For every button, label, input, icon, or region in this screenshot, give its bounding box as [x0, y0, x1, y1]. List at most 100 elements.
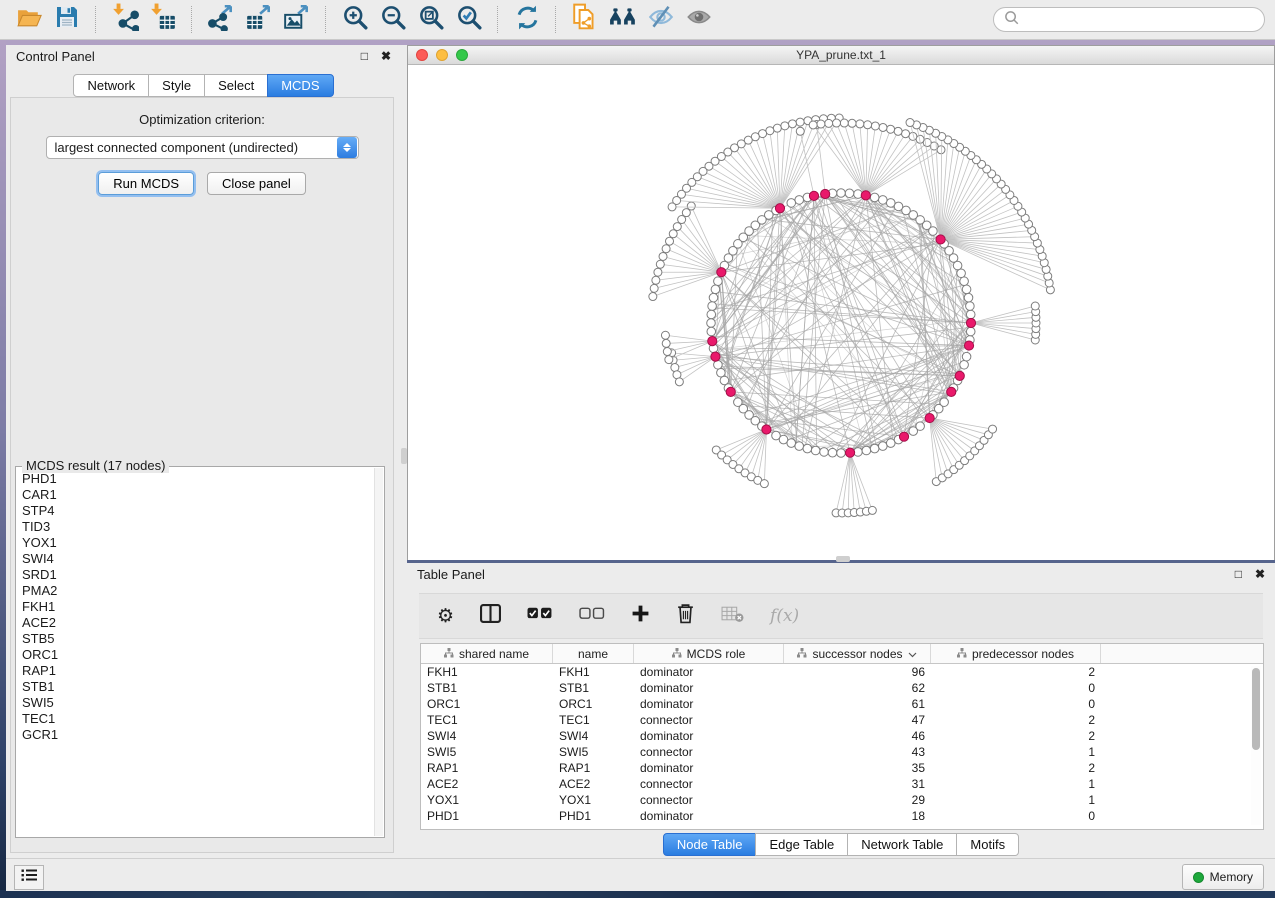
table-row[interactable]: RAP1RAP1dominator352 [421, 760, 1263, 776]
task-history-button[interactable] [14, 865, 44, 890]
float-panel-icon[interactable]: □ [361, 50, 368, 62]
tab-network-table[interactable]: Network Table [847, 833, 957, 856]
fx-icon: f(x) [770, 606, 799, 626]
run-mcds-button[interactable]: Run MCDS [98, 172, 194, 195]
close-panel-icon[interactable]: ✖ [381, 50, 391, 62]
result-item[interactable]: STP4 [22, 503, 374, 519]
table-row[interactable]: SWI5SWI5connector431 [421, 744, 1263, 760]
result-item[interactable]: STB1 [22, 679, 374, 695]
cell-mcds-role: connector [634, 745, 784, 759]
show-all-button[interactable] [680, 4, 718, 36]
result-item[interactable]: ACE2 [22, 615, 374, 631]
refresh-view-button[interactable] [508, 4, 546, 36]
table-settings-button[interactable]: ⚙ [437, 607, 454, 626]
binoculars-icon [609, 3, 637, 36]
delete-table-button[interactable] [721, 605, 744, 627]
result-item[interactable]: YOX1 [22, 535, 374, 551]
table-row[interactable]: SWI4SWI4dominator462 [421, 728, 1263, 744]
zoom-in-button[interactable] [336, 4, 374, 36]
control-panel-title: Control Panel [16, 49, 95, 64]
network-window: YPA_prune.txt_1 [407, 45, 1275, 560]
column-label: predecessor nodes [972, 647, 1074, 661]
copy-network-button[interactable] [566, 4, 604, 36]
column-header-predecessor-nodes[interactable]: predecessor nodes [931, 644, 1101, 663]
result-scrollbar[interactable] [374, 468, 383, 836]
network-canvas[interactable] [408, 65, 1274, 560]
tab-select[interactable]: Select [204, 74, 268, 97]
result-item[interactable]: STB5 [22, 631, 374, 647]
cell-mcds-role: dominator [634, 681, 784, 695]
result-item[interactable]: SRD1 [22, 567, 374, 583]
import-network-button[interactable] [106, 4, 144, 36]
save-session-button[interactable] [48, 4, 86, 36]
mcds-result-list[interactable]: PHD1CAR1STP4TID3YOX1SWI4SRD1PMA2FKH1ACE2… [16, 471, 374, 835]
export-image-button[interactable] [278, 4, 316, 36]
select-all-button[interactable] [527, 607, 553, 625]
result-item[interactable]: ORC1 [22, 647, 374, 663]
zoom-fit-button[interactable] [412, 4, 450, 36]
table-row[interactable]: ORC1ORC1dominator610 [421, 696, 1263, 712]
tab-style[interactable]: Style [148, 74, 205, 97]
delete-columns-button[interactable] [676, 603, 695, 629]
cell-predecessor-nodes: 0 [931, 809, 1101, 823]
cell-predecessor-nodes: 2 [931, 665, 1101, 679]
cell-mcds-role: connector [634, 777, 784, 791]
tab-node-table[interactable]: Node Table [663, 833, 757, 856]
zoom-selected-button[interactable] [450, 4, 488, 36]
split-panel-button[interactable] [480, 604, 501, 628]
table-panel: Table Panel □ ✖ ⚙ f(x) shared namenameMC… [407, 563, 1275, 858]
close-panel-button[interactable]: Close panel [207, 172, 306, 195]
table-row[interactable]: ACE2ACE2connector311 [421, 776, 1263, 792]
network-view[interactable] [408, 65, 1274, 560]
column-header-name[interactable]: name [553, 644, 634, 663]
import-table-button[interactable] [144, 4, 182, 36]
column-header-successor-nodes[interactable]: successor nodes [784, 644, 931, 663]
column-header-shared-name[interactable]: shared name [421, 644, 553, 663]
function-builder-button[interactable]: f(x) [770, 606, 799, 626]
horizontal-splitter-grip[interactable] [836, 556, 850, 562]
add-column-button[interactable] [631, 604, 650, 628]
tab-network[interactable]: Network [73, 74, 149, 97]
open-file-button[interactable] [10, 4, 48, 36]
memory-button[interactable]: Memory [1182, 864, 1264, 890]
cell-successor-nodes: 43 [784, 745, 931, 759]
gear-icon: ⚙ [437, 607, 454, 626]
cell-name: ACE2 [553, 777, 634, 791]
status-bar: Memory [6, 858, 1275, 891]
hide-selected-button[interactable] [642, 4, 680, 36]
result-item[interactable]: PMA2 [22, 583, 374, 599]
table-row[interactable]: PHD1PHD1dominator180 [421, 808, 1263, 824]
export-network-button[interactable] [202, 4, 240, 36]
search-input[interactable] [1025, 12, 1254, 28]
result-item[interactable]: FKH1 [22, 599, 374, 615]
export-table-button[interactable] [240, 4, 278, 36]
table-row[interactable]: YOX1YOX1connector291 [421, 792, 1263, 808]
tab-edge-table[interactable]: Edge Table [755, 833, 848, 856]
network-window-titlebar[interactable]: YPA_prune.txt_1 [408, 46, 1274, 65]
column-header-mcds-role[interactable]: MCDS role [634, 644, 784, 663]
list-icon [21, 868, 38, 887]
cell-successor-nodes: 29 [784, 793, 931, 807]
tab-motifs[interactable]: Motifs [956, 833, 1019, 856]
table-row[interactable]: FKH1FKH1dominator962 [421, 664, 1263, 680]
cell-successor-nodes: 18 [784, 809, 931, 823]
result-item[interactable]: TID3 [22, 519, 374, 535]
table-scrollbar-thumb[interactable] [1252, 668, 1260, 750]
first-neighbors-button[interactable] [604, 4, 642, 36]
tab-mcds[interactable]: MCDS [267, 74, 333, 97]
result-item[interactable]: GCR1 [22, 727, 374, 743]
result-item[interactable]: SWI5 [22, 695, 374, 711]
float-table-panel-icon[interactable]: □ [1235, 568, 1242, 580]
table-row[interactable]: STB1STB1dominator620 [421, 680, 1263, 696]
result-item[interactable]: PHD1 [22, 471, 374, 487]
result-item[interactable]: RAP1 [22, 663, 374, 679]
table-row[interactable]: TEC1TEC1connector472 [421, 712, 1263, 728]
criterion-select[interactable]: largest connected component (undirected) [46, 136, 359, 159]
result-item[interactable]: CAR1 [22, 487, 374, 503]
result-item[interactable]: TEC1 [22, 711, 374, 727]
result-item[interactable]: SWI4 [22, 551, 374, 567]
close-table-panel-icon[interactable]: ✖ [1255, 568, 1265, 580]
deselect-all-button[interactable] [579, 607, 605, 625]
zoom-out-button[interactable] [374, 4, 412, 36]
mcds-result-box: MCDS result (17 nodes) PHD1CAR1STP4TID3Y… [15, 466, 385, 838]
